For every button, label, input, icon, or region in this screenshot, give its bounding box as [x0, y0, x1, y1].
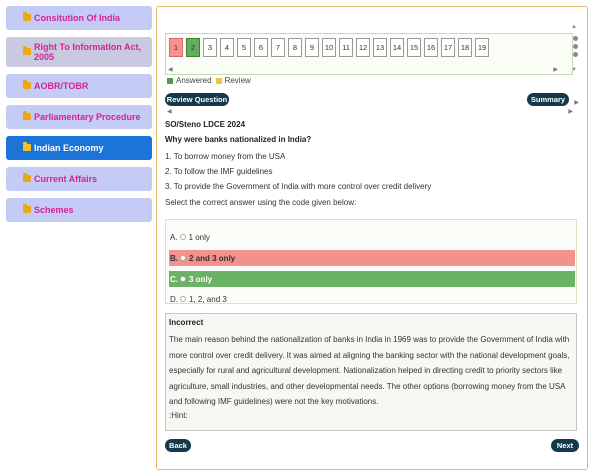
back-button[interactable]: Back	[165, 439, 191, 452]
sidebar-item-indian-economy[interactable]: Indian Economy	[6, 136, 152, 160]
radio-icon[interactable]	[179, 234, 186, 240]
question-number-button[interactable]: 6	[254, 38, 268, 57]
sidebar-item-label: AOBR/TOBR	[34, 81, 89, 91]
horizontal-scrollbar[interactable]: ◀ ▶	[165, 108, 573, 118]
question-statement: 1. To borrow money from the USA	[165, 152, 286, 161]
folder-icon	[23, 142, 31, 151]
option-text: 1 only	[188, 232, 210, 242]
option-letter: D.	[170, 294, 178, 304]
option-letter: C.	[170, 274, 178, 284]
sidebar-item-current-affairs[interactable]: Current Affairs	[6, 167, 152, 191]
sidebar-item-rti[interactable]: Right To Information Act, 2005	[6, 37, 152, 67]
folder-icon	[23, 111, 31, 120]
question-instruction: Select the correct answer using the code…	[165, 198, 357, 207]
radio-icon[interactable]	[180, 276, 186, 282]
question-number-button[interactable]: 7	[271, 38, 285, 57]
question-number-button[interactable]: 13	[373, 38, 387, 57]
radio-icon[interactable]	[180, 255, 186, 261]
question-number-button[interactable]: 4	[220, 38, 234, 57]
scroll-right-icon[interactable]: ▶	[574, 99, 579, 106]
question-number-button[interactable]: 16	[424, 38, 438, 57]
question-number-button[interactable]: 12	[356, 38, 370, 57]
question-number-button[interactable]: 19	[475, 38, 489, 57]
folder-icon	[23, 80, 31, 89]
question-number-button[interactable]: 18	[458, 38, 472, 57]
legend-review: Review	[224, 76, 251, 85]
review-swatch	[215, 77, 222, 84]
option-text: 3 only	[189, 274, 213, 284]
sidebar-item-label: Parliamentary Procedure	[34, 112, 141, 122]
question-number-button[interactable]: 5	[237, 38, 251, 57]
topic-sidebar: Consitution Of India Right To Informatio…	[6, 6, 152, 229]
option-a[interactable]: A. 1 only	[169, 229, 575, 245]
option-d[interactable]: D. 1, 2, and 3	[169, 291, 575, 307]
next-button[interactable]: Next	[551, 439, 579, 452]
explanation-text: The main reason behind the nationalizati…	[169, 335, 570, 406]
option-letter: A.	[170, 232, 178, 242]
question-panel: ▲ ▼ 1 2 3 4 5 6 7 8 9 10 11 12 13 14 15 16 17 18 19 ◀ ▶ An…	[156, 6, 588, 470]
folder-icon	[23, 204, 31, 213]
question-number-button[interactable]: 3	[203, 38, 217, 57]
explanation-box: Incorrect The main reason behind the nat…	[165, 313, 577, 431]
folder-icon	[23, 46, 31, 55]
option-text: 1, 2, and 3	[189, 294, 227, 304]
review-question-button[interactable]: Review Question	[165, 93, 229, 106]
result-title: Incorrect	[169, 318, 204, 327]
question-number-button[interactable]: 8	[288, 38, 302, 57]
question-text: Why were banks nationalized in India?	[165, 135, 312, 144]
option-b[interactable]: B. 2 and 3 only	[169, 250, 575, 266]
scroll-left-icon[interactable]: ◀	[168, 66, 173, 73]
question-number-button[interactable]: 1	[169, 38, 183, 57]
scroll-dot-icon	[573, 44, 578, 49]
folder-icon	[23, 173, 31, 182]
sidebar-item-aobr[interactable]: AOBR/TOBR	[6, 74, 152, 98]
question-number-button[interactable]: 9	[305, 38, 319, 57]
scroll-right-icon[interactable]: ▶	[568, 108, 573, 115]
summary-button[interactable]: Summary	[527, 93, 569, 106]
question-statement: 3. To provide the Government of India wi…	[165, 182, 432, 191]
folder-icon	[23, 12, 31, 21]
hint-text: :Hint:	[169, 410, 188, 420]
scroll-up-icon[interactable]: ▲	[571, 24, 577, 30]
sidebar-item-label: Schemes	[34, 205, 74, 215]
question-number-list: 1 2 3 4 5 6 7 8 9 10 11 12 13 14 15 16 17 18 19	[169, 38, 492, 57]
answered-swatch	[167, 77, 173, 84]
quiz-review-page: Consitution Of India Right To Informatio…	[0, 0, 600, 476]
sidebar-item-parliamentary-procedure[interactable]: Parliamentary Procedure	[6, 105, 152, 129]
question-number-button[interactable]: 14	[390, 38, 404, 57]
exam-name: SO/Steno LDCE 2024	[165, 120, 246, 129]
question-number-button[interactable]: 2	[186, 38, 200, 57]
legend-answered: Answered	[176, 76, 212, 85]
question-navigator: 1 2 3 4 5 6 7 8 9 10 11 12 13 14 15 16 17 18 19 ◀ ▶	[165, 33, 573, 75]
question-number-button[interactable]: 11	[339, 38, 353, 57]
question-number-button[interactable]: 17	[441, 38, 455, 57]
scroll-dot-icon	[573, 52, 578, 57]
sidebar-item-label: Current Affairs	[34, 174, 98, 184]
sidebar-item-schemes[interactable]: Schemes	[6, 198, 152, 222]
option-text: 2 and 3 only	[189, 253, 236, 263]
sidebar-item-label: Right To Information Act, 2005	[34, 42, 141, 62]
sidebar-item-constitution[interactable]: Consitution Of India	[6, 6, 152, 30]
answer-options: A. 1 only B. 2 and 3 only C. 3 only D. 1…	[165, 219, 577, 304]
scroll-right-icon[interactable]: ▶	[553, 66, 558, 73]
radio-icon[interactable]	[180, 296, 186, 302]
option-letter: B.	[170, 253, 178, 263]
question-number-button[interactable]: 10	[322, 38, 336, 57]
scroll-dot-icon	[573, 36, 578, 41]
status-legend: Answered Review	[167, 76, 251, 85]
sidebar-item-label: Indian Economy	[34, 143, 104, 153]
option-c[interactable]: C. 3 only	[169, 271, 575, 287]
sidebar-item-label: Consitution Of India	[34, 13, 120, 23]
scroll-left-icon[interactable]: ◀	[167, 108, 172, 115]
question-number-button[interactable]: 15	[407, 38, 421, 57]
question-statement: 2. To follow the IMF guidelines	[165, 167, 273, 176]
